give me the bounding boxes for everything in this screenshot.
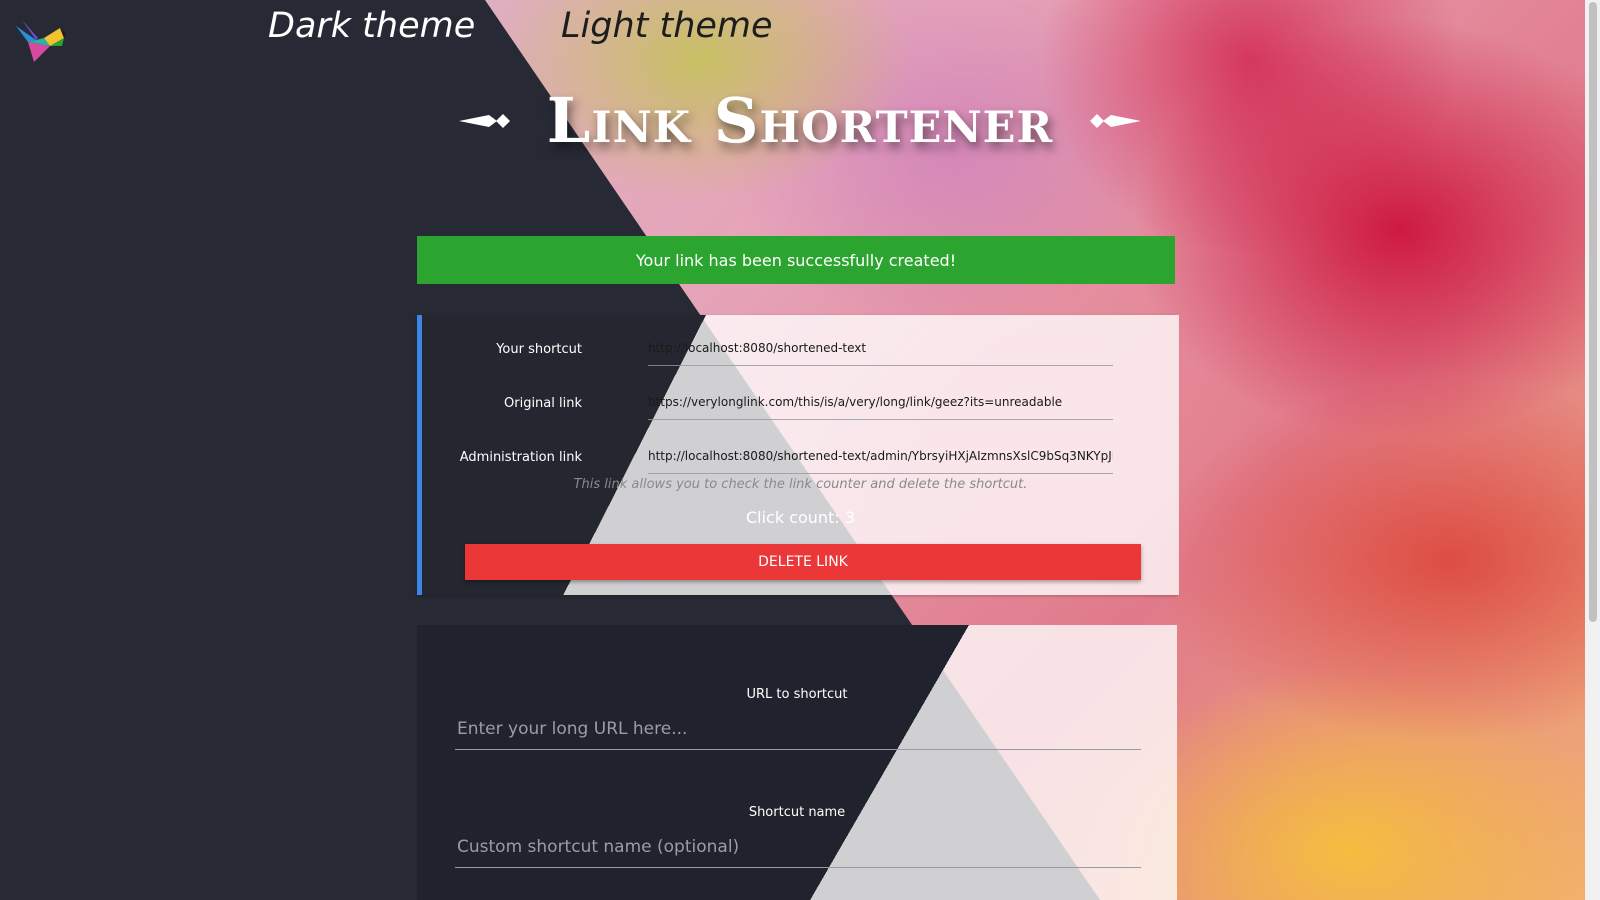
delete-link-button[interactable]: DELETE LINK [465, 544, 1141, 580]
admin-link-label: Administration link [459, 450, 582, 465]
admin-link-hint: This link allows you to check the link c… [573, 477, 1028, 492]
original-link-label: Original link [504, 396, 582, 411]
success-alert: Your link has been successfully created! [417, 236, 1175, 284]
ornament-right-icon [1090, 113, 1142, 128]
shortcut-value[interactable]: http://localhost:8080/shortened-text [648, 341, 1113, 366]
page-title: Link Shortener [546, 84, 1054, 157]
url-input[interactable] [455, 709, 1141, 750]
hummingbird-logo-icon[interactable] [14, 18, 66, 64]
success-alert-message: Your link has been successfully created! [635, 250, 957, 270]
light-theme-link[interactable]: Light theme [561, 6, 773, 46]
shorten-form: URL to shortcut Shortcut name [417, 625, 1177, 900]
result-card: Your shortcut http://localhost:8080/shor… [417, 315, 1179, 595]
shortcut-name-label: Shortcut name [748, 805, 846, 820]
shortcut-label: Your shortcut [496, 342, 582, 357]
click-count: Click count: 3 [745, 508, 855, 527]
original-link-value[interactable]: https://verylonglink.com/this/is/a/very/… [648, 395, 1113, 420]
admin-link-value[interactable]: http://localhost:8080/shortened-text/adm… [648, 449, 1113, 474]
url-field-label: URL to shortcut [746, 687, 848, 702]
dark-theme-link[interactable]: Dark theme [268, 6, 475, 46]
ornament-left-icon [458, 113, 510, 128]
shortcut-name-input[interactable] [455, 827, 1141, 868]
page-header: Link Shortener [0, 84, 1600, 157]
